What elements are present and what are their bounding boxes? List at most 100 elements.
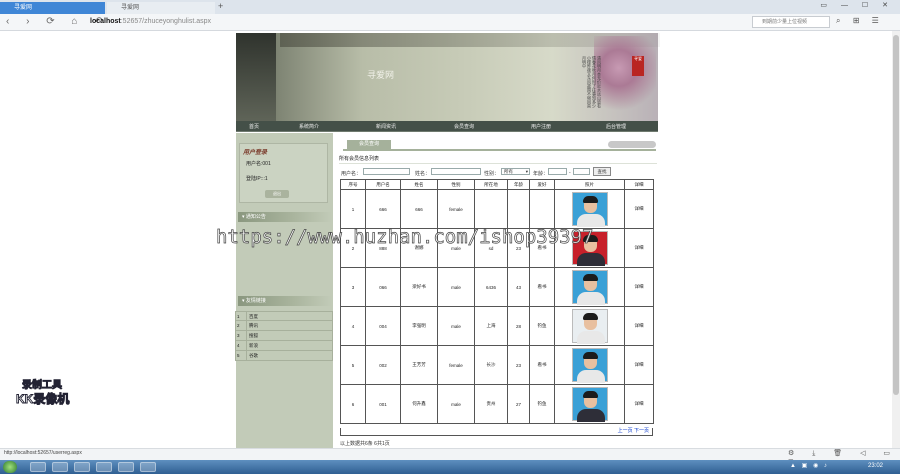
nav-intro[interactable]: 系统简介 (299, 123, 319, 130)
taskbar-clock: 23:02 (868, 463, 884, 469)
recorder-logo-line1: 录制工具 (22, 380, 63, 392)
cell-age (507, 189, 530, 229)
link-text[interactable]: 搜狐 (246, 331, 258, 340)
friend-links-list: 1 百度 2 腾讯 3 搜狐 4 新浪 5 谷歌 (235, 311, 333, 361)
cell-hobby: 看书 (529, 267, 555, 307)
cell-detail-link[interactable]: 详细 (624, 228, 654, 268)
cell-hobby (529, 189, 555, 229)
banner-blossom-image (594, 36, 656, 116)
link-number: 1 (237, 314, 240, 319)
link-text[interactable]: 谷歌 (246, 351, 258, 360)
table-row: 4 004 李强明 male 上海 28 钓鱼 详细 (340, 306, 654, 346)
nav-home[interactable]: 首页 (249, 123, 259, 130)
watermark-url: https://www.huzhan.com/ishop39397 (216, 226, 594, 249)
column-header: 照片 (554, 179, 625, 190)
taskbar-app-icon[interactable] (52, 462, 68, 472)
browser-tab-active[interactable]: 寻爱网 (0, 2, 105, 14)
cell-sex: male (437, 384, 475, 424)
column-header: 用户名 (365, 179, 401, 190)
link-text[interactable]: 新浪 (246, 341, 258, 350)
table-row: 6 001 何升鑫 male 贵州 27 钓鱼 详细 (340, 384, 654, 424)
taskbar-app-icon[interactable] (74, 462, 90, 472)
cell-photo (554, 267, 625, 307)
column-header: 姓名 (400, 179, 438, 190)
taskbar-app-icon[interactable] (140, 462, 156, 472)
link-number: 5 (237, 353, 240, 358)
link-row[interactable]: 5 谷歌 (235, 351, 333, 361)
nav-news[interactable]: 新闻资讯 (376, 123, 396, 130)
username-filter-input[interactable] (363, 168, 410, 175)
system-tray-icons[interactable]: ▲ ▣ ◉ ♪ (790, 462, 829, 469)
taskbar-app-icon[interactable] (118, 462, 134, 472)
browser-search-input[interactable]: 到期前少量上位视频 (752, 16, 830, 28)
cell-age: 43 (507, 267, 530, 307)
cell-username: 001 (365, 384, 401, 424)
scrollbar-thumb[interactable] (893, 35, 899, 395)
tab-decoration (608, 141, 656, 148)
window-controls[interactable]: ▭ — ☐ ✕ (820, 1, 894, 9)
cell-name: 李强明 (400, 306, 438, 346)
name-filter-input[interactable] (431, 168, 481, 175)
link-row[interactable]: 3 搜狐 (235, 331, 333, 341)
cell-hobby: 钓鱼 (529, 384, 555, 424)
pager-links[interactable]: 上一页 下一页 (618, 428, 649, 434)
cell-detail-link[interactable]: 详细 (624, 384, 654, 424)
site-title: 寻爱网 (367, 71, 395, 81)
age-separator: - (569, 170, 571, 176)
age-min-input[interactable] (548, 168, 567, 175)
taskbar-app-icon[interactable] (30, 462, 46, 472)
cell-photo (554, 345, 625, 385)
cell-photo (554, 189, 625, 229)
search-button[interactable]: 查找 (593, 167, 611, 176)
member-photo (571, 387, 608, 422)
age-max-input[interactable] (573, 168, 590, 175)
tab-member-search[interactable]: 会员查询 (347, 140, 391, 149)
cell-sex: male (437, 267, 475, 307)
notice-heading-label: 通知公告 (245, 214, 266, 220)
banner-poem: 清风明月本无价近水远山皆有情春花秋月何时了往事知多少小楼昨夜又东风故国不堪回首月… (582, 56, 602, 108)
cell-no: 5 (340, 345, 366, 385)
cell-username: 004 (365, 306, 401, 346)
address-bar[interactable]: localhost:52657/zhuceyonghulist.aspx (90, 16, 710, 28)
link-text[interactable]: 百度 (246, 312, 258, 320)
sex-filter-select[interactable]: 所有 ▾ (501, 168, 530, 175)
taskbar-app-icon[interactable] (96, 462, 112, 472)
cell-detail-link[interactable]: 详细 (624, 267, 654, 307)
link-row[interactable]: 1 百度 (235, 311, 333, 321)
link-text[interactable]: 腾讯 (246, 321, 258, 330)
cell-location: 6436 (474, 267, 508, 307)
tab-underline (343, 149, 656, 151)
start-button[interactable] (3, 461, 17, 473)
browser-menu-icons[interactable]: ⌕ ⊞ ☰ (836, 16, 884, 26)
link-row[interactable]: 4 新浪 (235, 341, 333, 351)
new-tab-button[interactable]: + (218, 1, 223, 11)
link-row[interactable]: 2 腾讯 (235, 321, 333, 331)
cell-location: 长沙 (474, 345, 508, 385)
cell-detail-link[interactable]: 详细 (624, 189, 654, 229)
recorder-logo-line2: KK录像机 (16, 392, 70, 407)
cell-sex: female (437, 189, 475, 229)
cell-username: 002 (365, 345, 401, 385)
cell-age: 23 (507, 345, 530, 385)
cell-location: 贵州 (474, 384, 508, 424)
logout-button[interactable]: 退出 (265, 190, 289, 198)
browser-tab[interactable]: 寻爱网 (107, 2, 215, 14)
nav-register[interactable]: 用户注册 (531, 123, 551, 130)
column-header: 爱好 (529, 179, 555, 190)
pager: 上一页 下一页 (340, 428, 653, 436)
cell-name: 666 (400, 189, 438, 229)
sex-filter-value: 所有 (504, 169, 513, 174)
cell-detail-link[interactable]: 详细 (624, 345, 654, 385)
cell-detail-link[interactable]: 详细 (624, 306, 654, 346)
column-header: 年龄 (507, 179, 530, 190)
member-photo (571, 270, 608, 305)
links-heading-label: 友情链接 (245, 298, 266, 304)
cell-name: 王芳芳 (400, 345, 438, 385)
column-header: 详细 (624, 179, 654, 190)
cell-age: 27 (507, 384, 530, 424)
cell-name: 梁好书 (400, 267, 438, 307)
nav-member-search[interactable]: 会员查询 (454, 123, 474, 130)
member-photo (571, 309, 608, 344)
os-taskbar (0, 460, 900, 474)
nav-admin[interactable]: 后台管理 (606, 123, 626, 130)
